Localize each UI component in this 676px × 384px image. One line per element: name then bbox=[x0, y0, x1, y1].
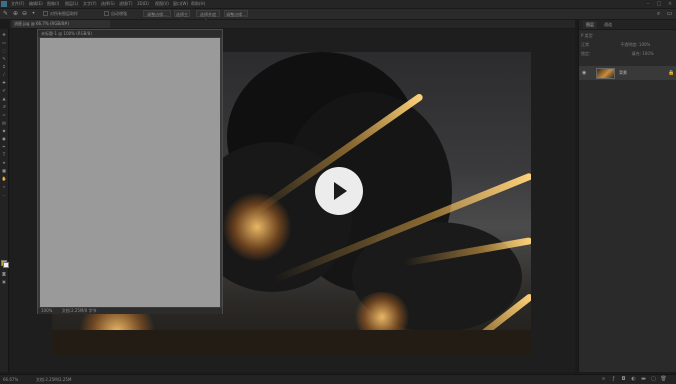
lock-icon: 🔒 bbox=[668, 70, 675, 76]
options-bar: ✎ ⊕ ⊖ • 对所有图层取样 自动增强 调整边缘... 选择主体 选择并遮住.… bbox=[0, 9, 676, 24]
move-tool-icon[interactable]: ✥ bbox=[1, 32, 7, 37]
floating-window-status: 100% 文档:2.25M/0 字节 bbox=[38, 308, 222, 314]
menu-image[interactable]: 图像(I) bbox=[47, 1, 65, 7]
zoom-tool-icon[interactable]: ⌕ bbox=[1, 184, 7, 189]
trash-icon[interactable]: 🗑 bbox=[660, 376, 667, 383]
play-icon bbox=[334, 182, 347, 200]
close-icon[interactable]: × bbox=[666, 1, 674, 7]
workspace-icon[interactable]: ▭ bbox=[666, 10, 673, 17]
refine-edge-button[interactable]: 调整边缘... bbox=[143, 10, 171, 17]
menu-items: 文件(F) 编辑(E) 图像(I) 图层(L) 文字(Y) 选择(S) 滤镜(T… bbox=[11, 1, 209, 7]
auto-enhance-checkbox[interactable] bbox=[104, 11, 109, 16]
history-brush-icon[interactable]: ↺ bbox=[1, 104, 7, 109]
minimize-icon[interactable]: – bbox=[644, 1, 652, 7]
status-zoom[interactable]: 66.67% bbox=[3, 377, 18, 382]
menu-window[interactable]: 窗口(W) bbox=[173, 1, 191, 7]
menu-file[interactable]: 文件(F) bbox=[11, 1, 29, 7]
layer-filter-row[interactable]: P 类型 bbox=[581, 32, 675, 39]
screen-mode-icon[interactable]: ▣ bbox=[1, 279, 7, 284]
eye-icon[interactable]: ◉ bbox=[582, 70, 588, 76]
sample-all-layers-label: 对所有图层取样 bbox=[50, 11, 78, 16]
play-button[interactable] bbox=[315, 167, 363, 215]
sample-all-layers-checkbox[interactable] bbox=[43, 11, 48, 16]
document-tab[interactable]: 流星.jpg @ 66.7% (RGB/8#) bbox=[12, 20, 110, 28]
floating-window-title[interactable]: 未标题-1 @ 100% (RGB/8) bbox=[38, 30, 222, 37]
pen-tool-icon[interactable]: ✒ bbox=[1, 144, 7, 149]
background-color-swatch[interactable] bbox=[3, 262, 9, 268]
folder-icon[interactable]: ▬ bbox=[640, 376, 647, 383]
menu-view[interactable]: 视图(V) bbox=[155, 1, 173, 7]
subtract-selection-icon[interactable]: ⊖ bbox=[21, 10, 28, 17]
search-icon[interactable]: ⌕ bbox=[655, 10, 662, 17]
crop-tool-icon[interactable]: ⌗ bbox=[1, 64, 7, 69]
floating-window-info: 文档:2.25M/0 字节 bbox=[61, 308, 97, 313]
blend-mode-row[interactable]: 正常 不透明度: 100% bbox=[581, 41, 675, 48]
menu-select[interactable]: 选择(S) bbox=[101, 1, 119, 7]
mask-icon[interactable]: ◘ bbox=[620, 376, 627, 383]
hand-tool-icon[interactable]: ✋ bbox=[1, 176, 7, 181]
layer-style-icon[interactable]: ƒ bbox=[610, 376, 617, 383]
lock-label: 锁定: bbox=[581, 51, 591, 56]
eyedropper-tool-icon[interactable]: ⁄ bbox=[1, 72, 7, 77]
floating-window-title-text: 未标题-1 @ 100% (RGB/8) bbox=[41, 31, 92, 36]
quick-select-icon[interactable]: ✎ bbox=[2, 10, 9, 17]
stamp-tool-icon[interactable]: ▲ bbox=[1, 96, 7, 101]
lasso-tool-icon[interactable]: ◌ bbox=[1, 48, 7, 53]
menu-edit[interactable]: 编辑(E) bbox=[29, 1, 47, 7]
layer-row-background[interactable]: ◉ 背景 🔒 bbox=[579, 66, 676, 80]
menu-layer[interactable]: 图层(L) bbox=[65, 1, 83, 7]
edit-toolbar-icon[interactable]: … bbox=[1, 192, 7, 197]
tools-panel: ✥ ▭ ◌ ✎ ⌗ ⁄ ✚ ✐ ▲ ↺ ▱ ▤ ◆ ● ✒ T ➤ ■ ✋ ⌕ … bbox=[0, 29, 9, 372]
brush-size-icon[interactable]: • bbox=[30, 10, 37, 17]
quick-select-tool-icon[interactable]: ✎ bbox=[1, 56, 7, 61]
floating-document-window[interactable]: 未标题-1 @ 100% (RGB/8) 100% 文档:2.25M/0 字节 bbox=[37, 29, 223, 314]
floating-window-canvas[interactable] bbox=[40, 38, 220, 307]
document-tab-bar: 流星.jpg @ 66.7% (RGB/8#) bbox=[10, 20, 575, 29]
menu-help[interactable]: 帮助(H) bbox=[191, 1, 209, 7]
tab-channels[interactable]: 通道 bbox=[601, 21, 615, 29]
impact-glow bbox=[222, 192, 292, 262]
path-select-tool-icon[interactable]: ➤ bbox=[1, 160, 7, 165]
lock-row[interactable]: 锁定: 填充: 100% bbox=[581, 50, 675, 57]
select-subject-button[interactable]: 选择主体 bbox=[174, 10, 190, 24]
tab-layers[interactable]: 图层 bbox=[583, 21, 597, 29]
layer-name: 背景 bbox=[619, 70, 627, 75]
select-mask-button[interactable]: 选择并遮住... bbox=[196, 10, 220, 24]
gradient-tool-icon[interactable]: ▤ bbox=[1, 120, 7, 125]
eraser-tool-icon[interactable]: ▱ bbox=[1, 112, 7, 117]
type-tool-icon[interactable]: T bbox=[1, 152, 7, 157]
blur-tool-icon[interactable]: ◆ bbox=[1, 128, 7, 133]
quick-mask-icon[interactable]: ◙ bbox=[1, 271, 7, 276]
menu-filter[interactable]: 滤镜(T) bbox=[119, 1, 137, 7]
auto-enhance-label: 自动增强 bbox=[111, 11, 127, 16]
floating-window-zoom: 100% bbox=[41, 308, 53, 313]
status-doc-size: 文档:2.25M/2.25M bbox=[36, 377, 72, 382]
menu-3d[interactable]: 3D(D) bbox=[137, 1, 155, 7]
healing-tool-icon[interactable]: ✚ bbox=[1, 80, 7, 85]
layers-panel: 图层 通道 P 类型 正常 不透明度: 100% 锁定: 填充: 100% ◉ … bbox=[578, 20, 676, 372]
brush-tool-icon[interactable]: ✐ bbox=[1, 88, 7, 93]
fill-label: 填充: 100% bbox=[631, 51, 654, 56]
refine-button[interactable]: 调整边缘... bbox=[224, 10, 248, 17]
opacity-label: 不透明度: 100% bbox=[620, 42, 651, 47]
layer-filter-label: P 类型 bbox=[581, 33, 593, 38]
app-logo-icon bbox=[1, 1, 7, 7]
dodge-tool-icon[interactable]: ● bbox=[1, 136, 7, 141]
shape-tool-icon[interactable]: ■ bbox=[1, 168, 7, 173]
panel-tab-bar: 图层 通道 bbox=[579, 20, 676, 30]
blend-mode-label: 正常 bbox=[581, 42, 589, 47]
link-layers-icon[interactable]: ∞ bbox=[600, 376, 607, 383]
menu-type[interactable]: 文字(Y) bbox=[83, 1, 101, 7]
layer-thumbnail bbox=[596, 68, 615, 79]
add-selection-icon[interactable]: ⊕ bbox=[12, 10, 19, 17]
menu-bar: 文件(F) 编辑(E) 图像(I) 图层(L) 文字(Y) 选择(S) 滤镜(T… bbox=[0, 0, 676, 9]
new-layer-icon[interactable]: ▢ bbox=[650, 376, 657, 383]
adjustment-icon[interactable]: ◐ bbox=[630, 376, 637, 383]
ground-strip bbox=[52, 330, 531, 355]
marquee-tool-icon[interactable]: ▭ bbox=[1, 40, 7, 45]
maximize-icon[interactable]: □ bbox=[655, 1, 663, 7]
